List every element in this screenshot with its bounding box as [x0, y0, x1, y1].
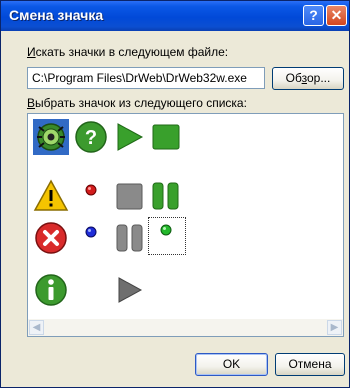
- help-icon: ?: [309, 7, 318, 23]
- ok-label: OK: [222, 357, 241, 371]
- close-icon: ✕: [330, 7, 343, 23]
- close-button[interactable]: ✕: [326, 5, 347, 26]
- help-button[interactable]: ?: [303, 5, 324, 26]
- scroll-left-icon: ◀: [32, 322, 41, 333]
- warning-icon[interactable]: [33, 178, 69, 214]
- search-label-accel: И: [27, 45, 36, 59]
- cancel-button[interactable]: Отмена: [275, 353, 345, 376]
- pause-green-icon[interactable]: [148, 178, 184, 214]
- icon-list[interactable]: ? ◀ ▶: [27, 113, 344, 337]
- pause-gray-icon[interactable]: [111, 220, 147, 256]
- stop-gray-icon[interactable]: [111, 178, 147, 214]
- browse-label-b: ор...: [306, 71, 331, 85]
- blue-dot-icon[interactable]: [73, 220, 109, 256]
- help-icon[interactable]: ?: [73, 119, 109, 155]
- scroll-left-button[interactable]: ◀: [29, 320, 44, 335]
- browse-button[interactable]: Обзор...: [272, 67, 344, 90]
- search-file-label: Искать значки в следующем файле:: [27, 45, 228, 59]
- ok-button[interactable]: OK: [195, 353, 268, 376]
- info-icon[interactable]: [33, 272, 69, 308]
- play-icon[interactable]: [111, 119, 147, 155]
- title-bar[interactable]: Смена значка ? ✕: [1, 1, 349, 31]
- play-gray-icon[interactable]: [111, 272, 147, 308]
- select-icon-label: Выбрать значок из следующего списка:: [27, 96, 247, 110]
- red-dot-icon[interactable]: [73, 178, 109, 214]
- search-label-text: скать значки в следующем файле:: [35, 45, 229, 59]
- horizontal-scrollbar[interactable]: ◀ ▶: [28, 319, 343, 336]
- select-label-text: ыбрать значок из следующего списка:: [35, 96, 247, 110]
- error-icon[interactable]: [33, 220, 69, 256]
- change-icon-dialog: Смена значка ? ✕ Искать значки в следующ…: [0, 0, 350, 388]
- drweb-spider-icon[interactable]: [33, 119, 69, 155]
- stop-icon[interactable]: [148, 119, 184, 155]
- file-path-input[interactable]: C:\Program Files\DrWeb\DrWeb32w.exe: [27, 67, 265, 89]
- browse-label-a: Об: [285, 71, 302, 85]
- green-dot-icon[interactable]: [148, 217, 186, 255]
- scroll-right-icon: ▶: [330, 322, 339, 333]
- cancel-label: Отмена: [288, 357, 332, 371]
- select-label-accel: В: [27, 96, 36, 110]
- scroll-right-button[interactable]: ▶: [327, 320, 342, 335]
- window-title: Смена значка: [9, 7, 104, 23]
- svg-text:?: ?: [85, 127, 97, 149]
